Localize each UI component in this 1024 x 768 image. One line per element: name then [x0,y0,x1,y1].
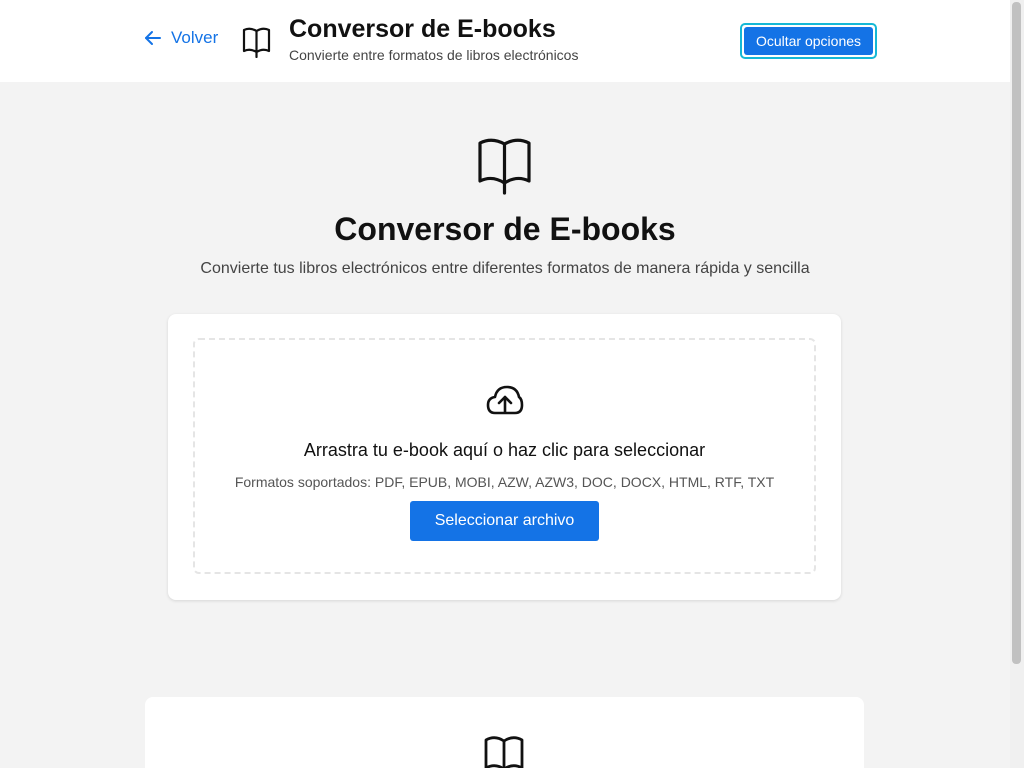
book-open-icon [484,736,524,768]
hero-title: Conversor de E-books [334,211,676,247]
book-open-icon [478,138,531,195]
back-link[interactable]: Volver [143,28,218,48]
page-title: Conversor de E-books [289,15,556,43]
toggle-options-label: Ocultar opciones [744,27,873,55]
conversion-card [145,697,864,768]
supported-formats: Formatos soportados: PDF, EPUB, MOBI, AZ… [234,474,775,490]
file-dropzone[interactable]: Arrastra tu e-book aquí o haz clic para … [193,338,816,574]
app-header: Volver Conversor de E-books Convierte en… [0,0,1010,82]
book-open-icon [242,27,271,58]
scrollbar-thumb[interactable] [1012,2,1021,664]
back-label: Volver [171,28,219,47]
toggle-options-button[interactable]: Ocultar opciones [740,23,877,59]
cloud-upload-icon [486,385,524,415]
upload-card: Arrastra tu e-book aquí o haz clic para … [168,314,841,600]
select-file-button[interactable]: Seleccionar archivo [410,501,599,541]
arrow-left-icon [145,31,161,45]
hero-subtitle: Convierte tus libros electrónicos entre … [200,260,810,277]
dropzone-instructions: Arrastra tu e-book aquí o haz clic para … [303,440,706,460]
page-subtitle: Convierte entre formatos de libros elect… [289,47,579,63]
